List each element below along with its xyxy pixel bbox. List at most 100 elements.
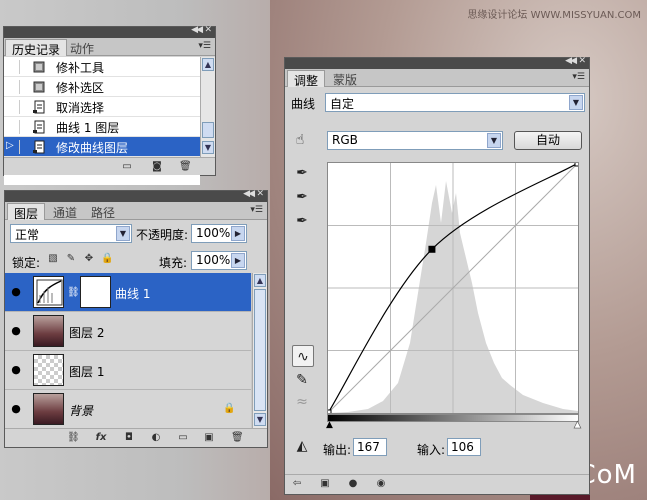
layers-panel-titlebar[interactable]: ◀◀ ✕ xyxy=(5,189,267,202)
visibility-toggle-icon[interactable]: ● xyxy=(347,478,359,489)
layer-row-background[interactable]: ● 背景 🔒 xyxy=(5,390,251,429)
chevron-down-icon[interactable]: ▼ xyxy=(116,226,130,241)
pencil-icon[interactable]: ✎ xyxy=(291,369,313,391)
history-snapshot-checkbox[interactable] xyxy=(6,60,20,74)
trash-icon[interactable]: 🗑 xyxy=(179,161,192,172)
tab-history[interactable]: 历史记录 xyxy=(5,39,68,57)
channel-select[interactable]: RGB ▼ xyxy=(327,131,503,150)
layer-thumbnail[interactable] xyxy=(33,354,64,386)
input-field[interactable]: 106 xyxy=(447,438,481,456)
document-step-icon xyxy=(33,100,45,114)
black-eyedropper-icon[interactable]: ✒ xyxy=(291,162,313,184)
blend-mode-value: 正常 xyxy=(15,228,40,242)
smooth-curve-icon[interactable]: ≈ xyxy=(291,391,313,413)
adjustment-layer-icon[interactable]: ◐ xyxy=(150,432,162,443)
chevron-right-icon[interactable]: ▶ xyxy=(231,253,245,268)
history-snapshot-checkbox[interactable] xyxy=(6,100,20,114)
history-bottom-bar: ▭ ◙ 🗑 xyxy=(4,157,215,175)
eye-icon[interactable]: ◉ xyxy=(375,478,387,489)
new-layer-icon[interactable]: ▣ xyxy=(203,432,215,443)
fx-icon[interactable]: fx xyxy=(95,432,107,443)
lock-brush-icon[interactable]: ✎ xyxy=(65,253,77,264)
collapse-icon[interactable]: ◀◀ xyxy=(243,189,255,199)
history-state-marker-icon[interactable]: ▷ xyxy=(6,140,20,154)
curve-endpoint xyxy=(574,159,582,167)
auto-button[interactable]: 自动 xyxy=(514,131,582,150)
close-icon[interactable]: ✕ xyxy=(578,56,586,66)
lock-transparency-icon[interactable]: ▧ xyxy=(47,253,59,264)
clip-to-layer-icon[interactable]: ▣ xyxy=(319,478,331,489)
black-point-slider-icon[interactable]: ▲ xyxy=(326,420,333,430)
layer-mask-thumbnail[interactable] xyxy=(80,276,111,308)
gray-eyedropper-icon[interactable]: ✒ xyxy=(291,186,313,208)
new-document-from-state-icon[interactable]: ▭ xyxy=(121,161,133,172)
eye-icon[interactable]: ● xyxy=(9,285,23,299)
clipping-preview-icon[interactable]: ◭ xyxy=(291,435,313,457)
layers-scrollbar[interactable]: ▲ ▼ xyxy=(252,273,267,428)
tab-adjustments[interactable]: 调整 xyxy=(287,70,326,88)
collapse-icon[interactable]: ◀◀ xyxy=(191,25,203,35)
layer-name: 曲线 1 xyxy=(115,287,151,301)
tab-layers[interactable]: 图层 xyxy=(7,203,46,221)
eye-icon[interactable]: ● xyxy=(9,402,23,416)
scroll-down-icon[interactable]: ▼ xyxy=(202,141,214,154)
close-icon[interactable]: ✕ xyxy=(204,25,212,35)
curve-point-tool-icon[interactable]: ∿ xyxy=(292,345,314,367)
tab-channels[interactable]: 通道 xyxy=(47,203,83,220)
scroll-thumb[interactable] xyxy=(254,289,266,411)
history-item[interactable]: 曲线 1 图层 xyxy=(4,117,200,137)
scroll-down-icon[interactable]: ▼ xyxy=(254,413,266,426)
link-layers-icon[interactable]: ⛓ xyxy=(67,432,80,443)
history-scrollbar[interactable]: ▲ ▼ xyxy=(200,57,215,157)
chevron-right-icon[interactable]: ▶ xyxy=(231,226,245,241)
history-snapshot-checkbox[interactable] xyxy=(6,120,20,134)
add-mask-icon[interactable]: ◘ xyxy=(123,432,135,443)
scroll-up-icon[interactable]: ▲ xyxy=(202,58,214,71)
chevron-down-icon[interactable]: ▼ xyxy=(487,133,501,148)
panel-menu-icon[interactable]: ▾☰ xyxy=(250,205,263,215)
panel-menu-icon[interactable]: ▾☰ xyxy=(198,41,211,51)
close-icon[interactable]: ✕ xyxy=(256,189,264,199)
layer-row[interactable]: ● 图层 2 xyxy=(5,312,251,351)
history-item[interactable]: 修补选区 xyxy=(4,77,200,97)
chain-link-icon[interactable]: ⛓ xyxy=(67,287,80,298)
group-folder-icon[interactable]: ▭ xyxy=(177,432,189,443)
layer-row[interactable]: ● 图层 1 xyxy=(5,351,251,390)
curves-adjustment-thumbnail-icon[interactable] xyxy=(33,276,64,308)
trash-icon[interactable]: 🗑 xyxy=(231,432,244,443)
lock-label: 锁定: xyxy=(12,256,41,270)
curves-graph[interactable] xyxy=(324,159,582,417)
adjustments-panel-titlebar[interactable]: ◀◀ ✕ xyxy=(285,56,589,69)
fill-input[interactable]: 100% ▶ xyxy=(191,251,247,270)
on-image-adjust-hand-icon[interactable]: ☝ xyxy=(289,129,311,151)
chevron-down-icon[interactable]: ▼ xyxy=(569,95,583,110)
curve-endpoint xyxy=(324,409,332,417)
history-snapshot-checkbox[interactable] xyxy=(6,80,20,94)
lock-position-icon[interactable]: ✥ xyxy=(83,253,95,264)
opacity-input[interactable]: 100% ▶ xyxy=(191,224,247,243)
collapse-icon[interactable]: ◀◀ xyxy=(565,56,577,66)
history-item[interactable]: 取消选择 xyxy=(4,97,200,117)
layer-thumbnail[interactable] xyxy=(33,393,64,425)
scroll-up-icon[interactable]: ▲ xyxy=(254,274,266,287)
history-item[interactable]: 修补工具 xyxy=(4,57,200,77)
preset-select[interactable]: 自定 ▼ xyxy=(325,93,585,112)
tab-paths[interactable]: 路径 xyxy=(85,203,121,220)
blend-mode-select[interactable]: 正常 ▼ xyxy=(10,224,132,243)
history-item-selected[interactable]: ▷ 修改曲线图层 xyxy=(4,137,200,157)
lock-all-icon[interactable]: 🔒 xyxy=(101,253,113,264)
output-field[interactable]: 167 xyxy=(353,438,387,456)
layer-row-curves[interactable]: ● ⛓ 曲线 1 xyxy=(5,273,251,312)
panel-menu-icon[interactable]: ▾☰ xyxy=(572,72,585,82)
eye-icon[interactable]: ● xyxy=(9,324,23,338)
history-panel-titlebar[interactable]: ◀◀ ✕ xyxy=(4,25,215,38)
scroll-thumb[interactable] xyxy=(202,122,214,138)
camera-snapshot-icon[interactable]: ◙ xyxy=(151,161,163,172)
tab-masks[interactable]: 蒙版 xyxy=(327,70,363,87)
layer-thumbnail[interactable] xyxy=(33,315,64,347)
white-eyedropper-icon[interactable]: ✒ xyxy=(291,210,313,232)
white-point-slider-icon[interactable]: ▲ xyxy=(574,420,582,431)
eye-icon[interactable]: ● xyxy=(9,363,23,377)
tab-actions[interactable]: 动作 xyxy=(64,39,100,56)
back-arrow-icon[interactable]: ⇦ xyxy=(291,478,303,489)
